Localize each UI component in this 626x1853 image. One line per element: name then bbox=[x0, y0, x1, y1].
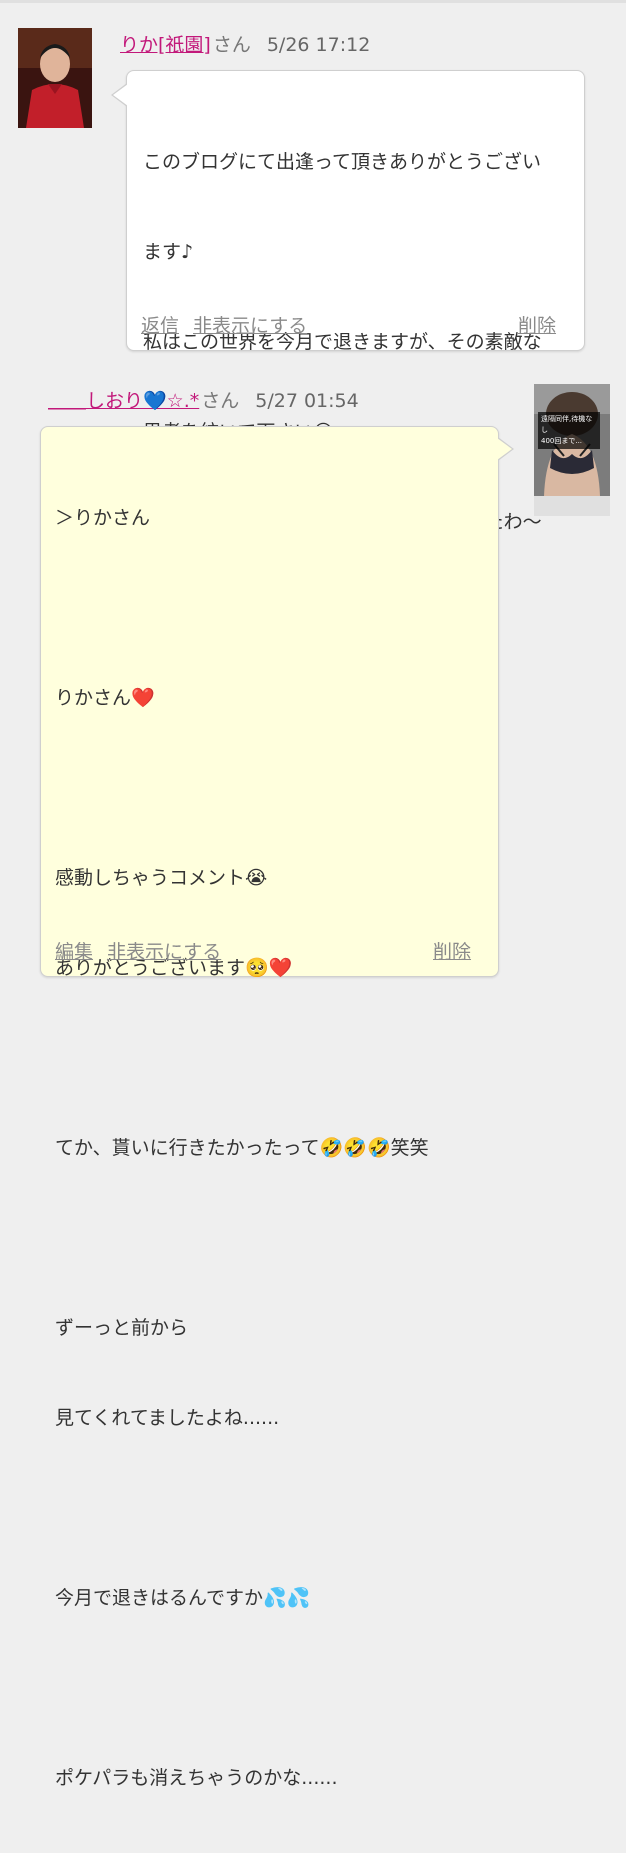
comment-line bbox=[55, 1493, 488, 1523]
avatar-shiori[interactable]: 遠隔同伴,待機なし 400回まで... bbox=[534, 384, 610, 516]
hide-link[interactable]: 非表示にする bbox=[107, 941, 221, 963]
comment-body: ＞りかさん りかさん❤️ 感動しちゃうコメント😭 ありがとうございます🥺❤️ て… bbox=[55, 443, 488, 1853]
comment-line: ずーっと前から bbox=[55, 1317, 189, 1339]
avatar-caption: 遠隔同伴,待機なし 400回まで... bbox=[538, 412, 600, 449]
comment-line: てか、貰いに行きたかったって🤣🤣🤣笑笑 bbox=[55, 1137, 429, 1159]
comment-line: このブログにて出逢って頂きありがとうござい bbox=[143, 151, 542, 173]
author-suffix: さん bbox=[201, 390, 240, 412]
comment-header: ＿＿しおり💙☆.* さん 5/27 01:54 bbox=[48, 386, 359, 413]
comment-line: ポケパラも消えちゃうのかな...... bbox=[55, 1767, 338, 1789]
comment-actions: 返信 非表示にする bbox=[141, 311, 321, 338]
comment-line bbox=[55, 1043, 488, 1073]
hide-link[interactable]: 非表示にする bbox=[193, 315, 307, 337]
top-divider bbox=[0, 0, 626, 3]
edit-link[interactable]: 編集 bbox=[55, 941, 93, 963]
comment-date: 5/26 17:12 bbox=[266, 34, 371, 56]
bubble-tail bbox=[111, 83, 128, 107]
comment-line bbox=[55, 1673, 488, 1703]
comment-line bbox=[55, 593, 488, 623]
reply-link[interactable]: 返信 bbox=[141, 315, 179, 337]
comment-date: 5/27 01:54 bbox=[255, 390, 359, 412]
author-link[interactable]: りか[祇園] bbox=[120, 34, 211, 56]
comment-line: ます♪ bbox=[143, 241, 194, 263]
comment-line: りかさん❤️ bbox=[55, 687, 155, 709]
author-link[interactable]: ＿＿しおり💙☆.* bbox=[48, 390, 199, 412]
comment-line: ＞りかさん bbox=[55, 507, 151, 529]
avatar-rika-image bbox=[18, 28, 92, 128]
comment-line: 見てくれてましたよね...... bbox=[55, 1407, 280, 1429]
comment-line bbox=[55, 1223, 488, 1253]
comment-bubble: ＞りかさん りかさん❤️ 感動しちゃうコメント😭 ありがとうございます🥺❤️ て… bbox=[40, 426, 514, 1789]
comment-header: りか[祇園] さん 5/26 17:12 bbox=[120, 30, 370, 57]
bubble-tail bbox=[497, 437, 514, 461]
avatar-shiori-image bbox=[534, 384, 610, 516]
comment-actions: 編集 非表示にする bbox=[55, 937, 235, 964]
avatar-caption-line: 400回まで... bbox=[541, 437, 583, 445]
comment-line bbox=[55, 773, 488, 803]
author-suffix: さん bbox=[212, 34, 251, 56]
comment-line: 今月で退きはるんですか💦💦 bbox=[55, 1587, 311, 1609]
delete-link[interactable]: 削除 bbox=[433, 937, 471, 964]
comment-bubble: このブログにて出逢って頂きありがとうござい ます♪ 私はこの世界を今月で退きます… bbox=[111, 70, 585, 713]
delete-link[interactable]: 削除 bbox=[518, 311, 556, 338]
comment-line: 感動しちゃうコメント😭 bbox=[55, 867, 268, 889]
avatar-rika[interactable] bbox=[18, 28, 92, 128]
avatar-caption-line: 遠隔同伴,待機なし bbox=[541, 415, 593, 434]
